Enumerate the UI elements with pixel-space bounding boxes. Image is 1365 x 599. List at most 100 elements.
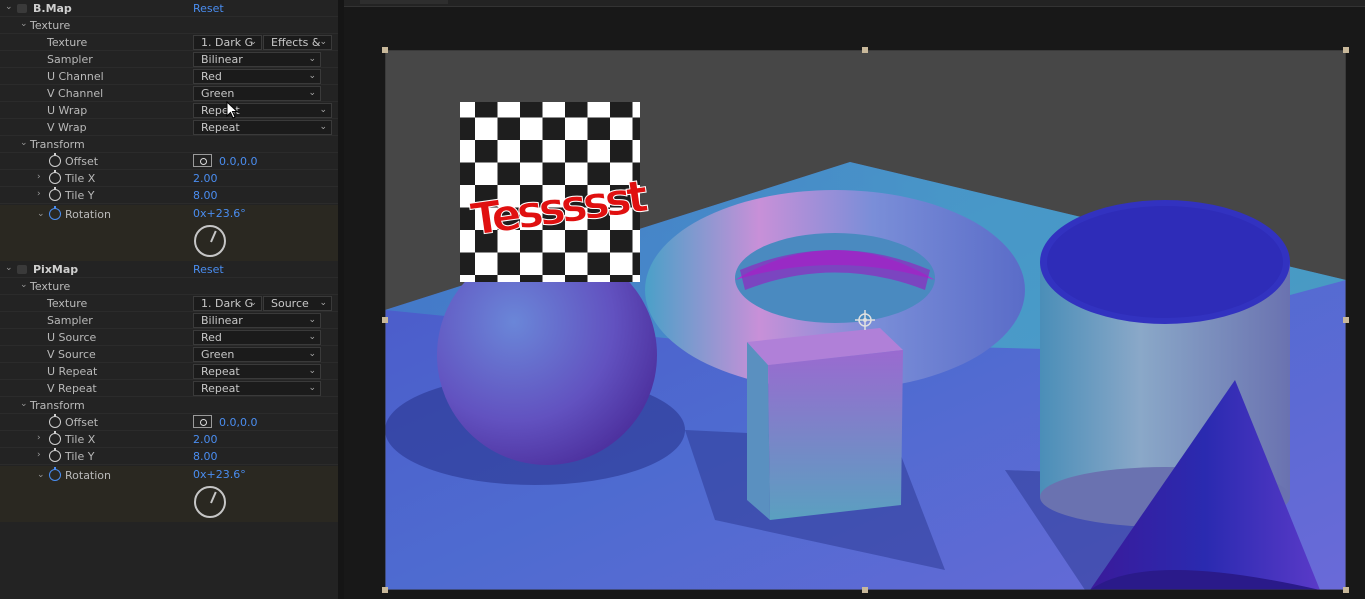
chevron-down-icon: ⌄ xyxy=(308,315,316,325)
stopwatch-icon[interactable] xyxy=(49,206,61,220)
dropdown-value: Source xyxy=(271,297,309,310)
prop-label: Tile Y xyxy=(65,450,95,463)
v-channel-dropdown[interactable]: Green ⌄ xyxy=(193,86,321,101)
rotation-dial[interactable] xyxy=(194,225,226,257)
prop-sampler: Sampler Bilinear ⌄ xyxy=(0,51,338,68)
prop-label: Sampler xyxy=(47,314,93,327)
tile-x-value[interactable]: 2.00 xyxy=(193,433,218,446)
offset-value[interactable]: 0.0,0.0 xyxy=(219,416,257,429)
tile-y-value[interactable]: 8.00 xyxy=(193,450,218,463)
point-target-icon[interactable] xyxy=(193,415,212,428)
stopwatch-icon[interactable] xyxy=(49,414,61,428)
prop-tile-y: › Tile Y 8.00 xyxy=(0,187,338,204)
prop-v-repeat: V Repeat Repeat ⌄ xyxy=(0,380,338,397)
reset-button[interactable]: Reset xyxy=(193,263,224,276)
texture-source-dropdown[interactable]: Effects & ⌄ xyxy=(263,35,332,50)
fx-toggle-icon[interactable] xyxy=(17,265,27,274)
stopwatch-icon[interactable] xyxy=(49,170,61,184)
transform-handle[interactable] xyxy=(382,587,388,593)
dropdown-value: 1. Dark G xyxy=(201,297,254,310)
fx-toggle-icon[interactable] xyxy=(17,4,27,13)
chevron-down-icon[interactable]: ⌄ xyxy=(5,2,13,12)
texture-layer-dropdown[interactable]: 1. Dark G ⌄ xyxy=(193,296,262,311)
chevron-down-icon[interactable]: ⌄ xyxy=(20,138,28,148)
transform-handle[interactable] xyxy=(382,47,388,53)
transform-handle[interactable] xyxy=(1343,47,1349,53)
prop-offset: Offset 0.0,0.0 xyxy=(0,414,338,431)
transform-handle[interactable] xyxy=(1343,587,1349,593)
v-wrap-dropdown[interactable]: Repeat ⌄ xyxy=(193,120,332,135)
group-texture[interactable]: ⌄ Texture xyxy=(0,278,338,295)
prop-label: U Repeat xyxy=(47,365,98,378)
group-label: Transform xyxy=(30,138,85,151)
prop-label: Offset xyxy=(65,416,99,429)
chevron-down-icon: ⌄ xyxy=(319,105,327,115)
panel-divider[interactable] xyxy=(338,0,344,599)
chevron-down-icon: ⌄ xyxy=(308,349,316,359)
transform-handle[interactable] xyxy=(1343,317,1349,323)
tile-y-value[interactable]: 8.00 xyxy=(193,189,218,202)
tile-x-value[interactable]: 2.00 xyxy=(193,172,218,185)
v-source-dropdown[interactable]: Green ⌄ xyxy=(193,347,321,362)
effect-name: B.Map xyxy=(33,2,72,15)
viewer-tab[interactable] xyxy=(360,0,448,4)
stopwatch-icon[interactable] xyxy=(49,153,61,167)
chevron-down-icon[interactable]: ⌄ xyxy=(20,280,28,290)
transform-handle[interactable] xyxy=(382,317,388,323)
u-repeat-dropdown[interactable]: Repeat ⌄ xyxy=(193,364,321,379)
chevron-down-icon[interactable]: ⌄ xyxy=(20,399,28,409)
u-wrap-dropdown[interactable]: Repeat ⌄ xyxy=(193,103,332,118)
chevron-down-icon: ⌄ xyxy=(308,71,316,81)
rotation-value[interactable]: 0x+23.6° xyxy=(193,468,246,481)
prop-label: U Source xyxy=(47,331,97,344)
prop-texture: Texture 1. Dark G ⌄ Effects & ⌄ xyxy=(0,34,338,51)
point-target-icon[interactable] xyxy=(193,154,212,167)
chevron-down-icon[interactable]: ⌄ xyxy=(20,19,28,29)
stopwatch-icon[interactable] xyxy=(49,448,61,462)
chevron-down-icon[interactable]: ⌄ xyxy=(5,263,13,273)
transform-handle[interactable] xyxy=(862,47,868,53)
chevron-down-icon[interactable]: ⌄ xyxy=(37,209,45,219)
sampler-dropdown[interactable]: Bilinear ⌄ xyxy=(193,313,321,328)
u-source-dropdown[interactable]: Red ⌄ xyxy=(193,330,321,345)
effect-header-bmap[interactable]: ⌄ B.Map Reset xyxy=(0,0,338,17)
prop-offset: Offset 0.0,0.0 xyxy=(0,153,338,170)
prop-tile-x: › Tile X 2.00 xyxy=(0,170,338,187)
reset-button[interactable]: Reset xyxy=(193,2,224,15)
chevron-right-icon[interactable]: › xyxy=(37,433,41,443)
effect-header-pixmap[interactable]: ⌄ PixMap Reset xyxy=(0,261,338,278)
stopwatch-icon[interactable] xyxy=(49,431,61,445)
offset-value[interactable]: 0.0,0.0 xyxy=(219,155,257,168)
rotation-keyframe-area: ⌄ Rotation 0x+23.6° xyxy=(0,466,338,522)
v-repeat-dropdown[interactable]: Repeat ⌄ xyxy=(193,381,321,396)
u-channel-dropdown[interactable]: Red ⌄ xyxy=(193,69,321,84)
rendered-3d-scene[interactable]: Tessssst xyxy=(385,50,1346,590)
stopwatch-icon[interactable] xyxy=(49,187,61,201)
group-transform[interactable]: ⌄ Transform xyxy=(0,136,338,153)
rotation-dial[interactable] xyxy=(194,486,226,518)
stopwatch-icon[interactable] xyxy=(49,467,61,481)
prop-label: Tile X xyxy=(65,172,96,185)
group-transform[interactable]: ⌄ Transform xyxy=(0,397,338,414)
chevron-right-icon[interactable]: › xyxy=(37,172,41,182)
chevron-down-icon[interactable]: ⌄ xyxy=(37,470,45,480)
sampler-dropdown[interactable]: Bilinear ⌄ xyxy=(193,52,321,67)
prop-u-wrap: U Wrap Repeat ⌄ xyxy=(0,102,338,119)
dropdown-value: Red xyxy=(201,70,222,83)
transform-handle[interactable] xyxy=(862,587,868,593)
chevron-right-icon[interactable]: › xyxy=(37,450,41,460)
prop-label: V Source xyxy=(47,348,96,361)
chevron-down-icon: ⌄ xyxy=(308,54,316,64)
group-texture[interactable]: ⌄ Texture xyxy=(0,17,338,34)
dropdown-value: Bilinear xyxy=(201,53,243,66)
chevron-down-icon: ⌄ xyxy=(319,298,327,308)
rotation-value[interactable]: 0x+23.6° xyxy=(193,207,246,220)
prop-tile-x: › Tile X 2.00 xyxy=(0,431,338,448)
chevron-right-icon[interactable]: › xyxy=(37,189,41,199)
prop-u-repeat: U Repeat Repeat ⌄ xyxy=(0,363,338,380)
dropdown-value: Green xyxy=(201,348,235,361)
chevron-down-icon: ⌄ xyxy=(308,366,316,376)
texture-source-dropdown[interactable]: Source ⌄ xyxy=(263,296,332,311)
texture-layer-dropdown[interactable]: 1. Dark G ⌄ xyxy=(193,35,262,50)
group-label: Texture xyxy=(30,19,71,32)
